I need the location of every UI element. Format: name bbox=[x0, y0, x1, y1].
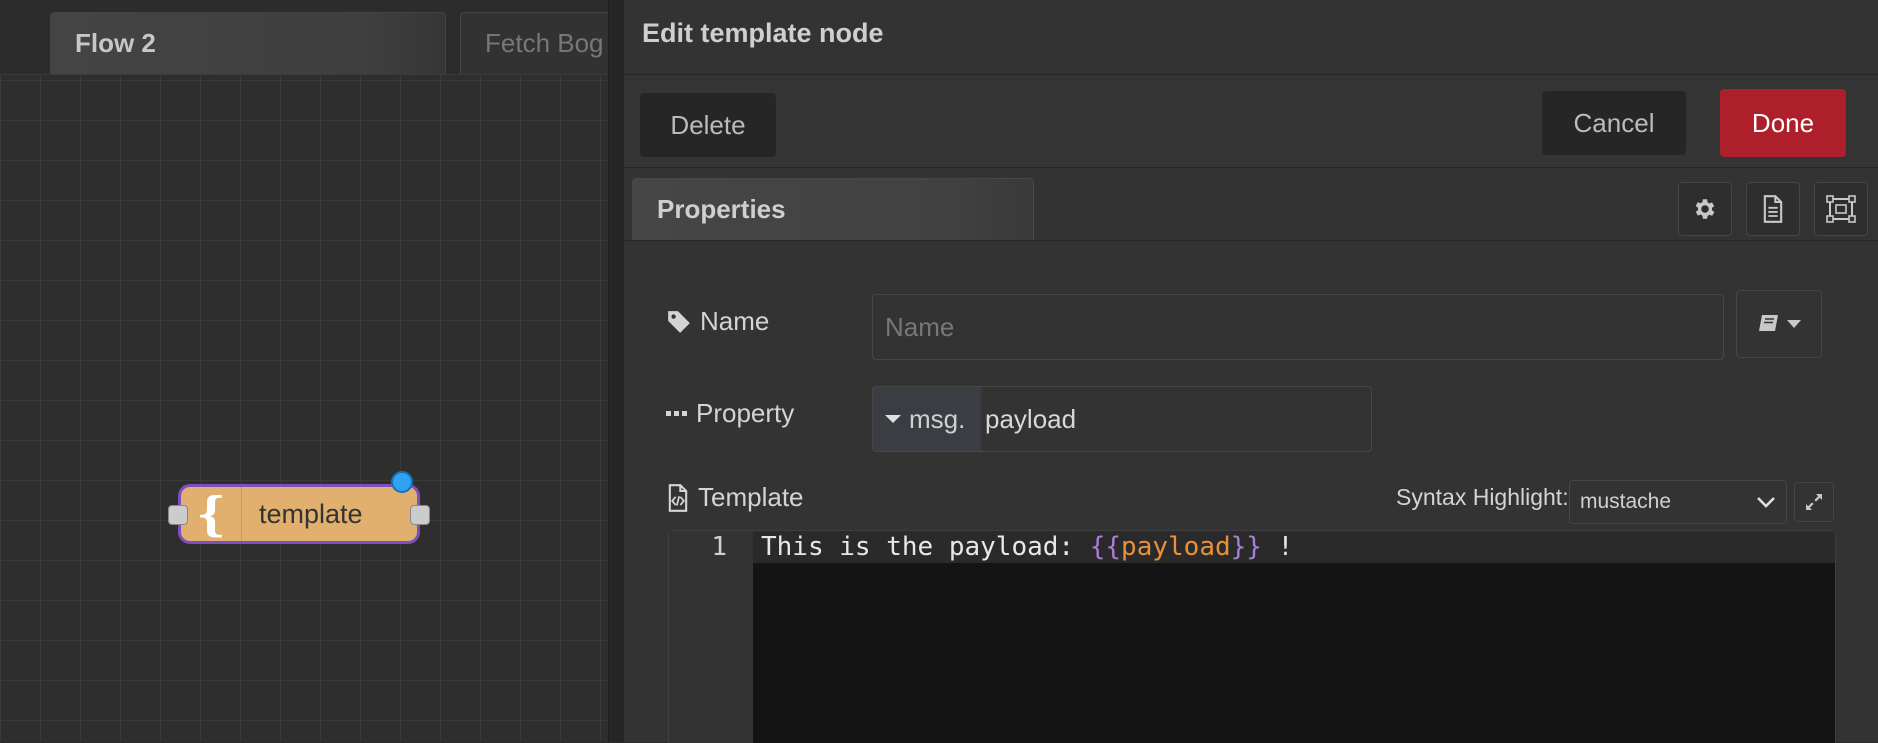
property-type-select[interactable]: msg. bbox=[873, 387, 981, 451]
mustache-open: {{ bbox=[1089, 532, 1122, 562]
syntax-select-value: mustache bbox=[1580, 490, 1672, 513]
template-node[interactable]: { template bbox=[168, 471, 430, 544]
property-label: Property bbox=[696, 398, 795, 428]
syntax-highlight-select[interactable]: mustache bbox=[1569, 480, 1787, 524]
book-icon bbox=[1759, 315, 1778, 331]
expand-editor-button[interactable] bbox=[1794, 482, 1834, 522]
tab-label: Flow 2 bbox=[75, 28, 156, 58]
mustache-close: }} bbox=[1230, 532, 1262, 562]
flow-workspace[interactable]: Flow 2 Fetch Bog { template bbox=[0, 0, 660, 742]
property-typed-input[interactable]: msg. payload bbox=[872, 386, 1372, 452]
mustache-variable: payload bbox=[1121, 532, 1231, 562]
node-label: template bbox=[259, 499, 363, 529]
tab-label: Fetch Bog bbox=[485, 28, 604, 58]
tab-appearance[interactable] bbox=[1814, 182, 1868, 236]
tray-toolbar: Delete Cancel Done bbox=[624, 75, 1878, 168]
gear-icon bbox=[1695, 199, 1715, 219]
tab-label: Properties bbox=[657, 194, 786, 224]
frame-icon bbox=[1826, 195, 1856, 223]
library-button[interactable] bbox=[1736, 290, 1822, 358]
tab-flow-2[interactable]: Flow 2 bbox=[50, 12, 446, 74]
tab-description[interactable] bbox=[1746, 182, 1800, 236]
editor-tabs: Properties bbox=[624, 168, 1878, 241]
tray-title: Edit template node bbox=[642, 18, 884, 48]
done-button[interactable]: Done bbox=[1720, 89, 1846, 157]
code-text: This is the payload: bbox=[761, 532, 1090, 562]
line-number: 1 bbox=[711, 532, 727, 562]
name-label: Name bbox=[700, 306, 770, 336]
tray-header: Edit template node bbox=[624, 0, 1878, 75]
code-text: ! bbox=[1261, 532, 1294, 562]
document-icon bbox=[1763, 195, 1783, 223]
cancel-button[interactable]: Cancel bbox=[1542, 91, 1686, 155]
line-gutter: 1 bbox=[669, 531, 753, 743]
chevron-down-icon bbox=[1757, 497, 1775, 508]
name-input[interactable] bbox=[872, 294, 1724, 360]
node-output-port[interactable] bbox=[410, 505, 430, 525]
tab-settings[interactable] bbox=[1678, 182, 1732, 236]
property-label-row: Property bbox=[666, 398, 794, 429]
workspace-tabbar: Flow 2 Fetch Bog bbox=[0, 0, 660, 75]
edit-tray: Edit template node Delete Cancel Done Pr… bbox=[624, 0, 1878, 743]
template-code-editor[interactable]: 1 This is the payload: {{payload}} ! bbox=[668, 530, 1836, 743]
tag-icon bbox=[668, 310, 690, 333]
property-type-label: msg. bbox=[909, 403, 966, 434]
tab-properties[interactable]: Properties bbox=[632, 178, 1034, 240]
ellipsis-icon bbox=[666, 410, 687, 416]
expand-icon bbox=[1806, 494, 1822, 510]
template-brace-icon: { bbox=[181, 487, 242, 541]
caret-down-icon bbox=[1787, 320, 1801, 328]
name-label-row: Name bbox=[666, 306, 769, 337]
node-changed-indicator bbox=[391, 471, 413, 493]
syntax-highlight-label: Syntax Highlight: bbox=[1396, 484, 1569, 510]
file-code-icon bbox=[668, 483, 688, 512]
template-label: Template bbox=[698, 482, 804, 512]
code-line[interactable]: This is the payload: {{payload}} ! bbox=[761, 531, 1293, 563]
caret-down-icon bbox=[885, 415, 901, 423]
template-label-row: Template bbox=[666, 482, 804, 513]
property-value[interactable]: payload bbox=[985, 387, 1076, 451]
delete-button[interactable]: Delete bbox=[640, 93, 776, 157]
